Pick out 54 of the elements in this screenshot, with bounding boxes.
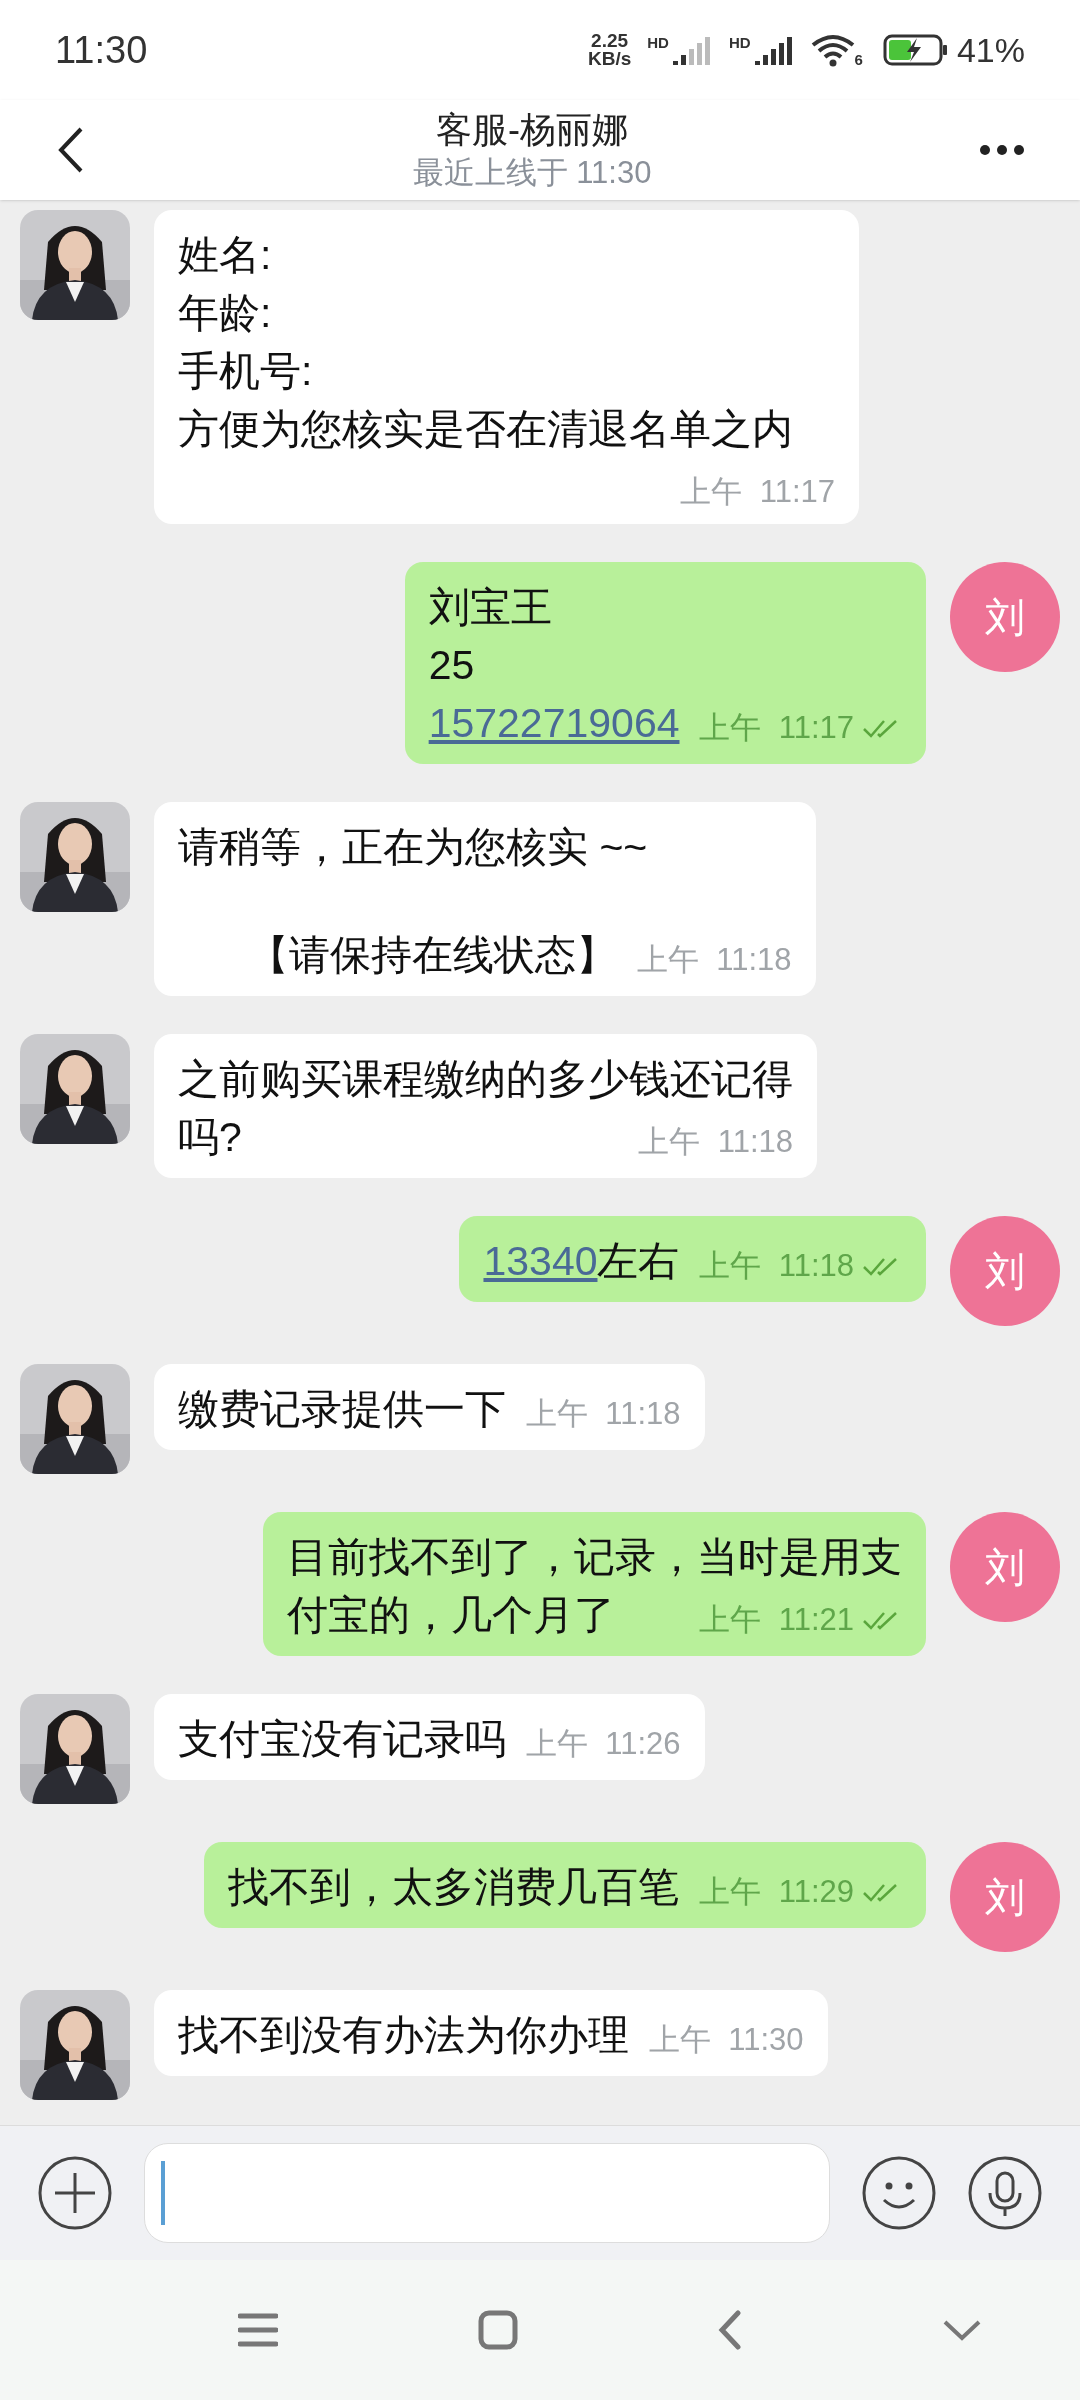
signal-icon [754,35,795,65]
message-text: 【请保持在线状态】 [248,932,617,978]
phone-link[interactable]: 15722719064 [428,700,680,746]
message-text: 缴费记录提供一下 [178,1386,506,1432]
add-icon[interactable] [38,2156,112,2230]
message-text: 找不到没有办法为你办理 [178,2012,629,2058]
net-speed-unit: KB/s [587,50,632,68]
battery-charging-icon [882,34,949,66]
message-time: 上午 11:30 [649,2021,804,2059]
message-text: 刘宝王 [428,584,552,630]
message-time: 上午 11:18 [699,1247,854,1285]
message-text: 手机号: [178,348,313,394]
hd-label: HD [647,35,669,50]
message-time: 上午 11:18 [638,1123,793,1161]
message-text: 吗? [178,1114,242,1160]
message-time: 上午 11:21 [699,1601,854,1639]
message-text: 目前找不到了，记录，当时是用支 [287,1534,902,1580]
status-time: 11:30 [55,27,148,73]
last-seen: 最近上线于 11:30 [412,154,652,192]
message-time: 上午 11:17 [699,709,854,747]
home-icon[interactable] [478,2310,518,2350]
chat-title: 客服-杨丽娜 [436,108,628,152]
message-time: 上午 11:18 [526,1395,681,1433]
message-text: 请稍等，正在为您核实 ~~ [178,824,648,870]
wifi-label: 6 [854,52,863,67]
chevron-down-icon[interactable] [942,2318,982,2342]
message-text: 之前购买课程缴纳的多少钱还记得 [178,1056,793,1102]
message-text: 方便为您核实是否在清退名单之内 [178,406,793,452]
net-speed: 2.25 [591,32,629,50]
message-input[interactable] [144,2143,830,2243]
more-icon[interactable] [979,144,1025,156]
avatar[interactable]: 刘 [950,1512,1060,1622]
message-time: 上午 11:26 [526,1725,681,1763]
message-text: 支付宝没有记录吗 [178,1716,506,1762]
message-text: 左右 [597,1238,680,1284]
hd-label: HD [728,35,751,50]
phone-link[interactable]: 13340 [483,1238,598,1284]
menu-icon[interactable] [238,2312,278,2348]
message-time: 上午 11:17 [680,473,835,511]
avatar[interactable]: 刘 [950,562,1060,672]
message-text: 付宝的，几个月了 [287,1592,615,1638]
message-text: 25 [428,642,475,688]
emoji-icon[interactable] [862,2156,936,2230]
wifi-icon [810,33,855,67]
message-text: 年龄: [178,290,272,336]
message-text: 找不到，太多消费几百笔 [228,1864,680,1910]
signal-icon [672,35,713,65]
message-text: 姓名: [178,232,272,278]
message-time: 上午 11:29 [699,1873,854,1911]
battery-percent: 41% [956,29,1025,71]
avatar[interactable]: 刘 [950,1842,1060,1952]
microphone-icon[interactable] [968,2156,1042,2230]
avatar[interactable]: 刘 [950,1216,1060,1326]
message-time: 上午 11:18 [637,941,792,979]
